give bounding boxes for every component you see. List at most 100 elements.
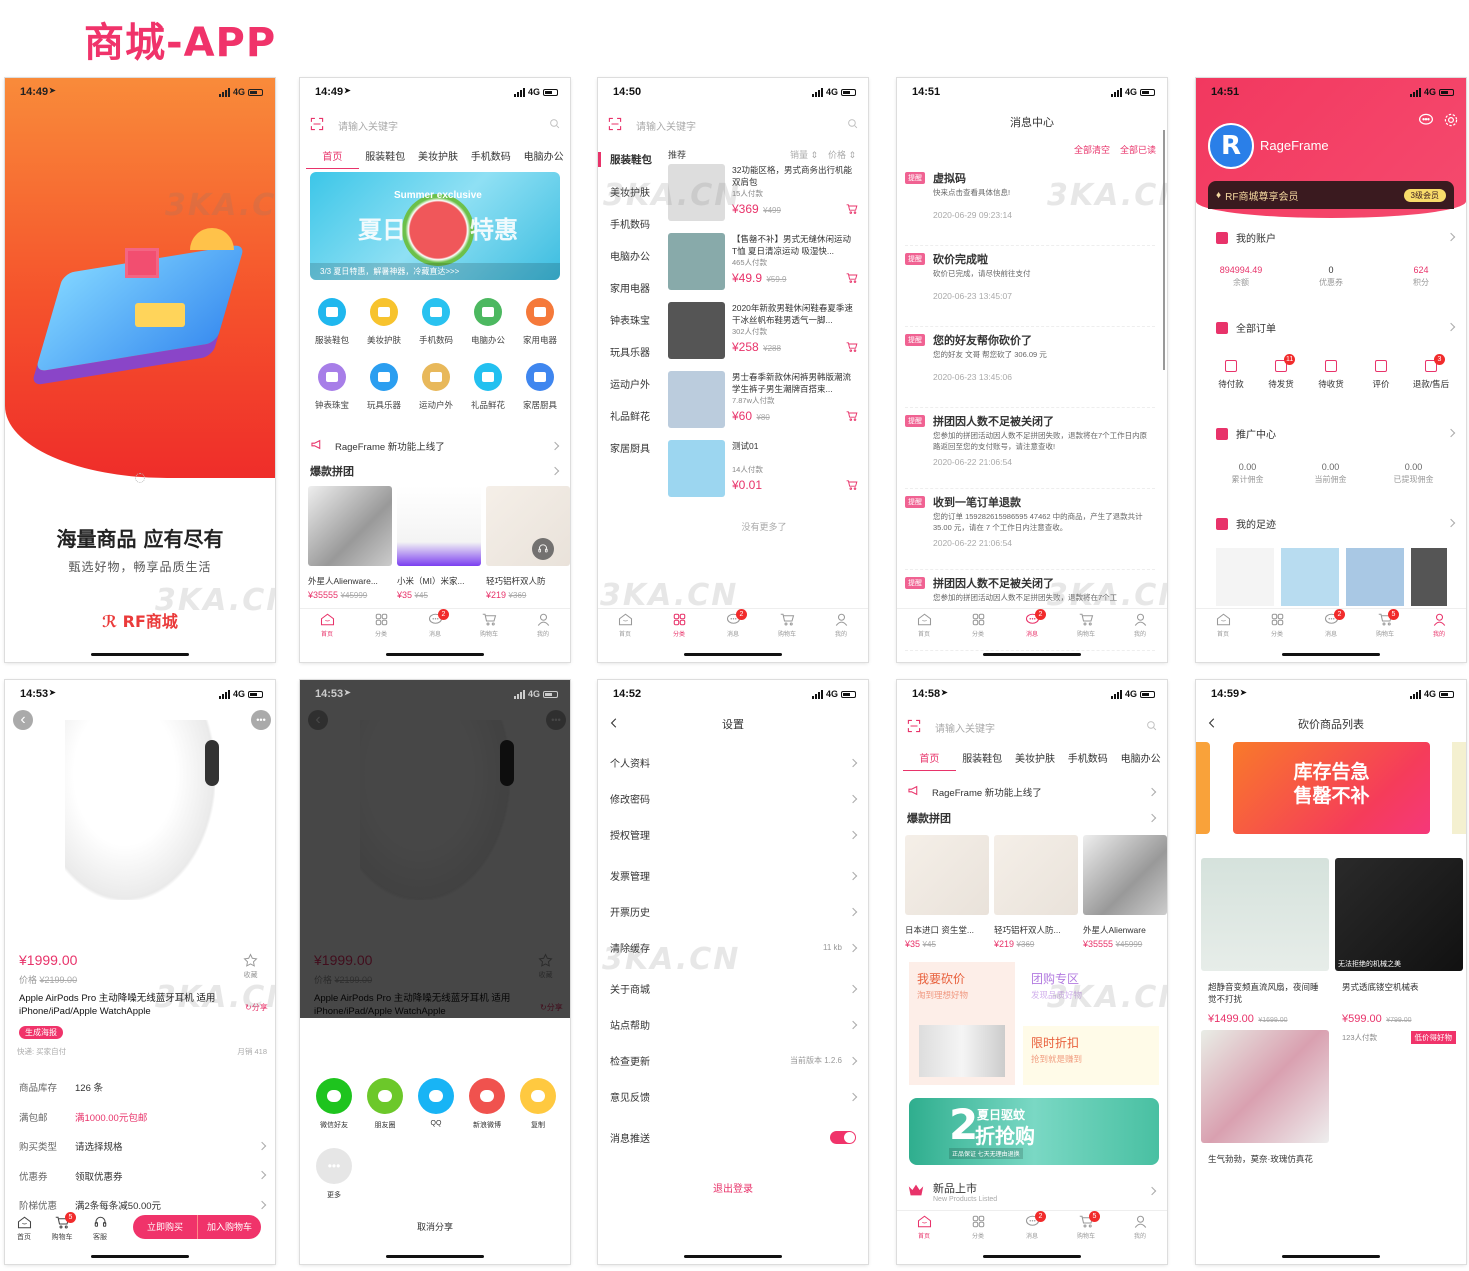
tab-user[interactable]: 我的 [1113, 1211, 1167, 1244]
category-9[interactable]: 家居厨具 [514, 363, 566, 411]
category-3[interactable]: 电脑办公 [462, 298, 514, 346]
order-status-4[interactable]: 退款/售后 3 [1406, 354, 1456, 390]
tab-user[interactable]: 我的 [1412, 609, 1466, 642]
notice-bar[interactable]: RageFrame 新功能上线了 [907, 784, 1157, 800]
tab-home[interactable]: 首页 [300, 609, 354, 642]
product-card[interactable]: 外星人Alienware ¥35555 ¥45999 [1083, 835, 1167, 949]
account-row[interactable]: 我的账户 [1216, 230, 1456, 245]
service-button[interactable]: 客服 [81, 1212, 119, 1242]
promo-block-1[interactable]: 团购专区 发现品质好物 [1023, 962, 1159, 1020]
bargain-item[interactable]: 生气勃勃，莫奈·玫瑰仿真花 [1201, 1030, 1329, 1179]
footprint-image[interactable] [1216, 548, 1274, 606]
tab-grid[interactable]: 分类 [354, 609, 408, 642]
share-option-wechat[interactable]: 微信好友 [314, 1078, 354, 1130]
settings-row[interactable]: 意见反馈 [610, 1089, 858, 1104]
mosquito-banner[interactable]: 2 夏日驱蚊 折抢购 正品保证 七天无理由退换 [909, 1098, 1159, 1165]
tab-chat[interactable]: 消息 2 [408, 609, 462, 642]
footprint-image[interactable] [1281, 548, 1339, 606]
tab-home[interactable]: 首页 [897, 1211, 951, 1244]
bargain-item[interactable]: 超静音变频直流风扇，夜间睡觉不打扰¥1499.00 ¥1699.00556人付款… [1201, 858, 1329, 1048]
settings-row[interactable]: 清除缓存 11 kb [610, 940, 858, 955]
category-6[interactable]: 玩具乐器 [358, 363, 410, 411]
order-status-2[interactable]: 待收货 [1306, 360, 1356, 390]
avatar[interactable]: R [1208, 123, 1254, 169]
tab-chat[interactable]: 消息 2 [1304, 609, 1358, 642]
tab-1[interactable]: 服装鞋包 [956, 750, 1009, 771]
tab-grid[interactable]: 分类 [951, 609, 1005, 642]
push-toggle[interactable] [830, 1131, 856, 1144]
category-4[interactable]: 家用电器 [514, 298, 566, 346]
tab-user[interactable]: 我的 [516, 609, 570, 642]
category-2[interactable]: 手机数码 [410, 298, 462, 346]
add-to-cart-icon[interactable] [846, 202, 858, 220]
tab-grid[interactable]: 分类 [652, 609, 706, 642]
category-0[interactable]: 服装鞋包 [306, 298, 358, 346]
sidebar-item[interactable]: 礼品鲜花 [598, 408, 662, 423]
category-7[interactable]: 运动户外 [410, 363, 462, 411]
tab-grid[interactable]: 分类 [1250, 609, 1304, 642]
summer-banner[interactable]: Summer exclusive 夏日 特惠 3/3 夏日特惠，解暑神器，冷藏直达>>… [310, 172, 560, 280]
share-option-qq[interactable]: QQ [416, 1078, 456, 1127]
more-button[interactable]: ••• [251, 710, 271, 730]
settings-gear-icon[interactable] [1443, 112, 1459, 133]
promo-row[interactable]: 推广中心 [1216, 426, 1456, 441]
order-status-3[interactable]: 评价 [1356, 360, 1406, 390]
cart-button[interactable]: 购物车 5 [43, 1212, 81, 1242]
category-5[interactable]: 钟表珠宝 [306, 363, 358, 411]
scan-icon[interactable] [310, 117, 324, 134]
detail-row[interactable]: 优惠券 领取优惠券 [19, 1169, 267, 1183]
add-to-cart-icon[interactable] [846, 478, 858, 496]
promo-block-2[interactable]: 限时折扣 抢到就是赚到 [1023, 1026, 1159, 1085]
add-to-cart-icon[interactable] [846, 340, 858, 358]
add-to-cart-icon[interactable] [846, 271, 858, 289]
product-card[interactable]: 外星人Alienware... ¥35555 ¥45999 [308, 486, 392, 600]
tab-4[interactable]: 电脑办公 [1114, 750, 1167, 771]
tab-user[interactable]: 我的 [1113, 609, 1167, 642]
settings-row[interactable]: 站点帮助 [610, 1017, 858, 1032]
sidebar-item[interactable]: 电脑办公 [598, 248, 662, 263]
tab-0[interactable]: 首页 [306, 148, 359, 169]
message-item[interactable]: 提醒 您的好友帮你砍价了 您的好友 文哥 帮您砍了 306.09 元 2020-06-… [905, 332, 1155, 408]
search-input[interactable]: 请输入关键字 [636, 118, 847, 133]
tab-1[interactable]: 服装鞋包 [359, 148, 412, 169]
sidebar-item[interactable]: 手机数码 [598, 216, 662, 231]
share-option-copy[interactable]: 复制 [518, 1078, 558, 1130]
product-item[interactable]: 【售罄不补】男式无缝休闲运动T恤 夏日清凉运动 吸湿快... 465人付款 ¥49.… [668, 233, 860, 291]
cancel-share-button[interactable]: 取消分享 [300, 1220, 570, 1233]
customer-service-button[interactable] [532, 538, 554, 560]
add-to-cart-icon[interactable] [846, 409, 858, 427]
tab-cart[interactable]: 购物车 [462, 609, 516, 642]
sidebar-item[interactable]: 玩具乐器 [598, 344, 662, 359]
footprints-row[interactable]: 我的足迹 [1216, 516, 1456, 531]
tab-2[interactable]: 美妆护肤 [1009, 750, 1062, 771]
add-to-cart-button[interactable]: 加入购物车 [197, 1215, 261, 1239]
settings-row[interactable]: 关于商城 [610, 981, 858, 996]
sidebar-item[interactable]: 美妆护肤 [598, 184, 662, 199]
tab-0[interactable]: 首页 [903, 750, 956, 771]
order-status-1[interactable]: 待发货 11 [1256, 354, 1306, 390]
generate-poster-button[interactable]: 生成海报 [19, 1026, 63, 1039]
section-header[interactable]: 爆款拼团 [907, 810, 1157, 826]
share-option-moments[interactable]: 朋友圈 [365, 1078, 405, 1130]
back-button[interactable]: ‹ [13, 710, 33, 730]
tab-4[interactable]: 电脑办公 [517, 148, 570, 169]
tab-grid[interactable]: 分类 [951, 1211, 1005, 1244]
scan-icon[interactable] [608, 117, 622, 134]
message-item[interactable]: 提醒 虚拟码 快来点击查看具体信息! 2020-06-29 09:23:14 [905, 170, 1155, 246]
search-bar[interactable]: 请输入关键字 [907, 718, 1157, 736]
notice-bar[interactable]: RageFrame 新功能上线了 [310, 438, 560, 454]
collect-button[interactable]: 收藏 [243, 953, 258, 980]
logout-button[interactable]: 退出登录 [598, 1180, 868, 1195]
product-item[interactable]: 32功能区格，男式商务出行机能双肩包 15人付款 ¥369 ¥499 [668, 164, 860, 222]
share-button[interactable]: ↻分享 [245, 1002, 268, 1013]
sidebar-item[interactable]: 家用电器 [598, 280, 662, 295]
account-stat[interactable]: 624 积分 [1376, 265, 1466, 288]
scrollbar[interactable] [1163, 130, 1165, 370]
message-icon[interactable] [1418, 112, 1434, 133]
message-item[interactable]: 提醒 砍价完成啦 砍价已完成，请尽快前往支付 2020-06-23 13:45:07 [905, 251, 1155, 327]
tab-home[interactable]: 首页 [897, 609, 951, 642]
search-icon[interactable] [847, 118, 858, 132]
clear-all-button[interactable]: 全部清空 [1074, 143, 1110, 156]
settings-row[interactable]: 个人资料 [610, 755, 858, 770]
settings-row[interactable]: 授权管理 [610, 827, 858, 842]
